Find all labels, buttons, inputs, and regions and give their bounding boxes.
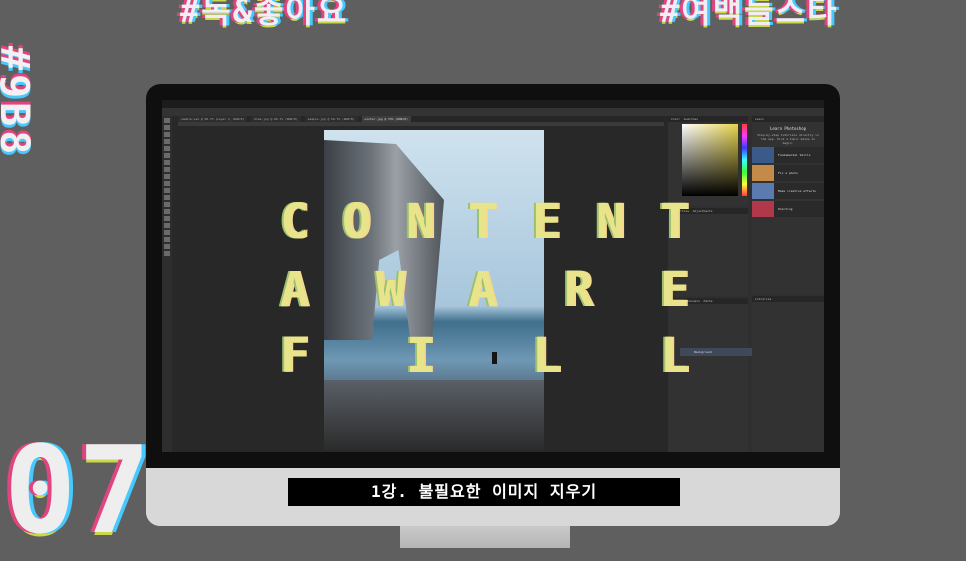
gradient-tool-icon[interactable]: [164, 195, 170, 200]
tools-panel[interactable]: [162, 116, 172, 452]
clone-stamp-tool-icon[interactable]: [164, 174, 170, 179]
properties-panel: Properties Adjustments: [668, 208, 748, 296]
zoom-tool-icon[interactable]: [164, 251, 170, 256]
cliff-arch: [324, 140, 444, 340]
learn-item[interactable]: Fix a photo: [752, 165, 824, 181]
color-panel: Color Swatches: [668, 116, 748, 206]
shape-tool-icon[interactable]: [164, 237, 170, 242]
tab-learn[interactable]: Learn: [752, 116, 824, 122]
lesson-number: 07: [4, 422, 153, 561]
type-tool-icon[interactable]: [164, 223, 170, 228]
vertical-hashtag-text: #9B8: [0, 46, 37, 159]
lasso-tool-icon[interactable]: [164, 132, 170, 137]
learn-item-label: Make creative effects: [778, 189, 816, 193]
learn-thumbnail: [752, 183, 774, 199]
monitor-stand: [400, 526, 570, 548]
learn-panel: Learn Learn Photoshop Step-by-step tutor…: [752, 116, 824, 294]
learn-title: Learn Photoshop: [769, 126, 807, 131]
hand-tool-icon[interactable]: [164, 244, 170, 249]
tab-color[interactable]: Color: [671, 117, 680, 121]
learn-item[interactable]: Painting: [752, 201, 824, 217]
marquee-tool-icon[interactable]: [164, 125, 170, 130]
options-bar[interactable]: [162, 108, 824, 116]
canvas-photo[interactable]: [324, 130, 544, 450]
crop-tool-icon[interactable]: [164, 146, 170, 151]
learn-thumbnail: [752, 147, 774, 163]
hue-slider[interactable]: [742, 124, 747, 196]
tab-channels[interactable]: Channels: [685, 299, 699, 303]
menu-bar[interactable]: [162, 100, 824, 108]
tab-adjustments[interactable]: Adjustments: [693, 209, 713, 213]
move-tool-icon[interactable]: [164, 118, 170, 123]
tab-properties[interactable]: Properties: [671, 209, 689, 213]
dodge-tool-icon[interactable]: [164, 209, 170, 214]
layers-panel: Layers Channels Paths: [668, 298, 748, 452]
color-picker-field[interactable]: [682, 124, 738, 196]
learn-description: Step-by-step tutorials directly in the a…: [757, 133, 819, 145]
tab-swatches[interactable]: Swatches: [684, 117, 698, 121]
learn-thumbnail: [752, 165, 774, 181]
path-select-tool-icon[interactable]: [164, 230, 170, 235]
eyedropper-tool-icon[interactable]: [164, 153, 170, 158]
hashtag-text-left: #독&좋아요: [180, 0, 349, 30]
healing-brush-tool-icon[interactable]: [164, 160, 170, 165]
hashtag-text-right: #여백들스타: [660, 0, 839, 30]
monitor: sample.psd @ 50.7% (Layer 1, RGB/8) bike…: [146, 84, 840, 526]
surfer-figure: [492, 352, 497, 364]
libraries-panel: Libraries: [752, 296, 824, 452]
monitor-bezel: sample.psd @ 50.7% (Layer 1, RGB/8) bike…: [146, 84, 840, 468]
tab-paths[interactable]: Paths: [704, 299, 713, 303]
learn-item-label: Fundamental Skills: [778, 153, 811, 157]
tab-layers[interactable]: Layers: [671, 299, 682, 303]
learn-item-label: Fix a photo: [778, 171, 798, 175]
learn-item[interactable]: Fundamental Skills: [752, 147, 824, 163]
eraser-tool-icon[interactable]: [164, 188, 170, 193]
beach: [324, 380, 544, 450]
layer-name: Background: [694, 350, 713, 354]
quick-select-tool-icon[interactable]: [164, 139, 170, 144]
learn-item[interactable]: Make creative effects: [752, 183, 824, 199]
brush-tool-icon[interactable]: [164, 167, 170, 172]
blur-tool-icon[interactable]: [164, 202, 170, 207]
tab-libraries[interactable]: Libraries: [752, 296, 824, 302]
lesson-caption: 1강. 불필요한 이미지 지우기: [288, 478, 680, 506]
photoshop-window: sample.psd @ 50.7% (Layer 1, RGB/8) bike…: [162, 100, 824, 452]
learn-item-label: Painting: [778, 207, 793, 211]
pen-tool-icon[interactable]: [164, 216, 170, 221]
history-brush-tool-icon[interactable]: [164, 181, 170, 186]
learn-thumbnail: [752, 201, 774, 217]
right-panels: Color Swatches Properties Adjustments La…: [668, 116, 824, 452]
